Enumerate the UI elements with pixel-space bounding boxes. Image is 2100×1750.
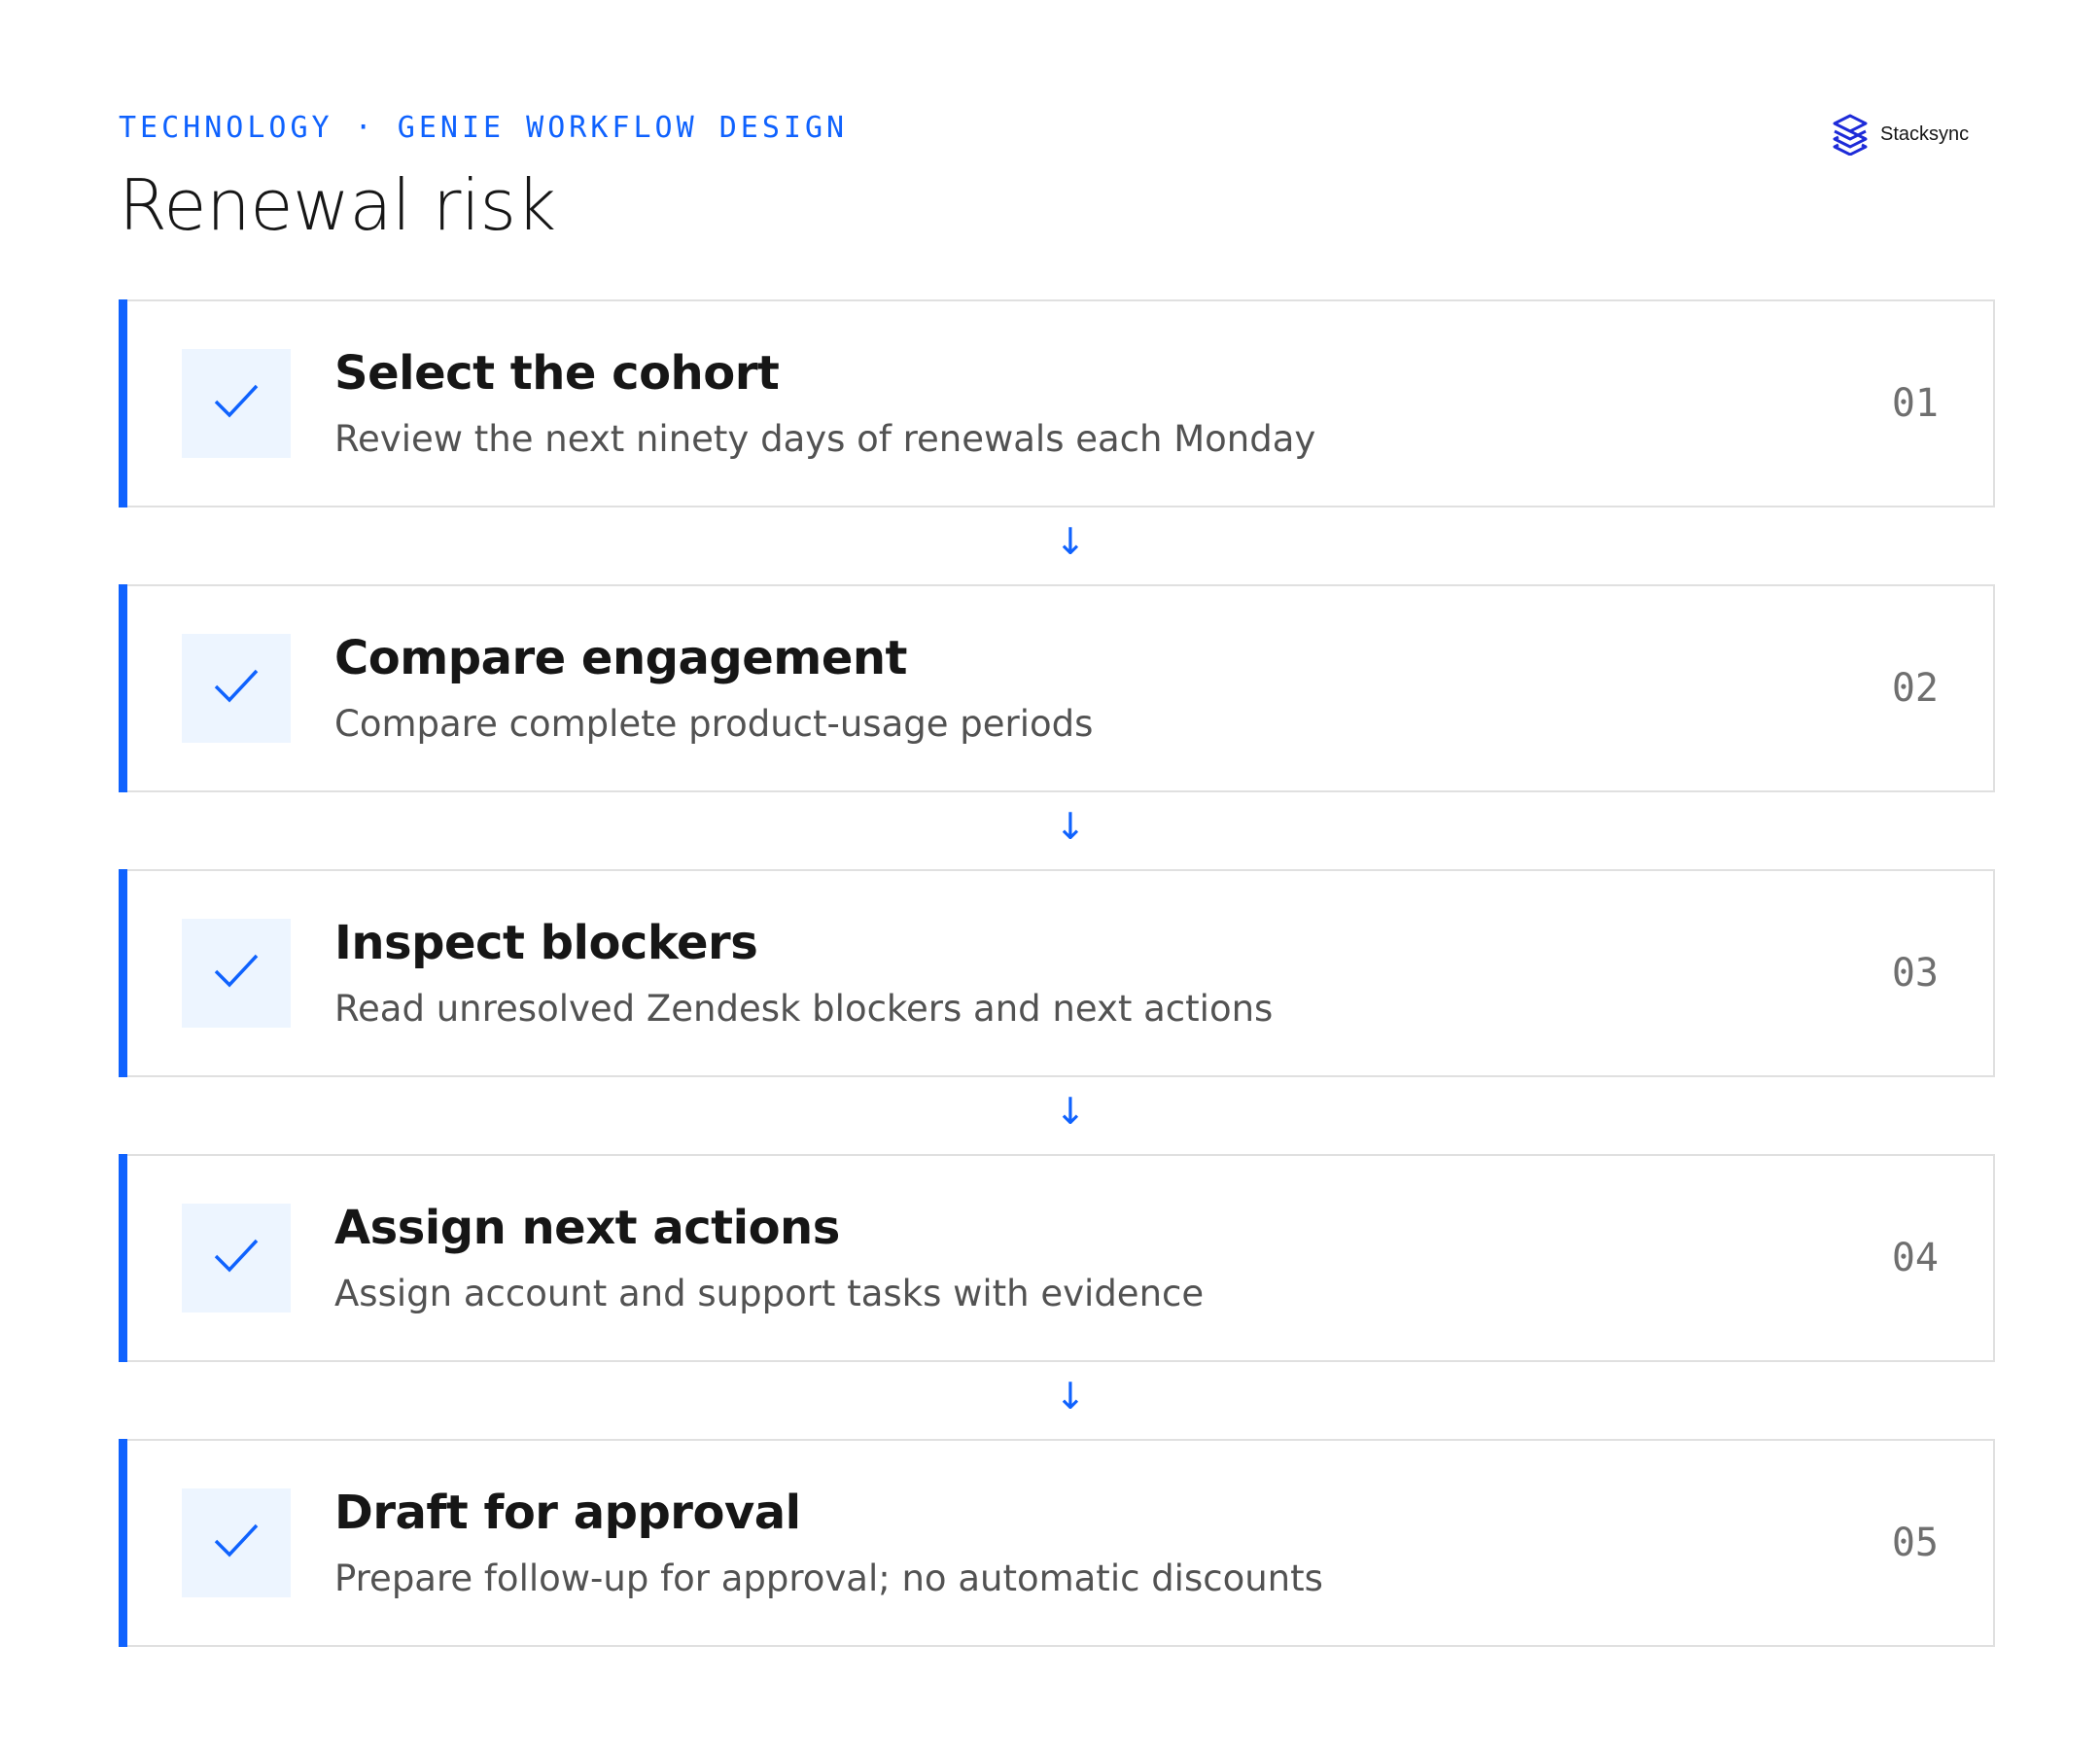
step-description: Prepare follow-up for approval; no autom… bbox=[334, 1558, 1323, 1599]
workflow-steps: Select the cohort Review the next ninety… bbox=[119, 299, 1995, 1647]
workflow-step-1[interactable]: Select the cohort Review the next ninety… bbox=[119, 299, 1995, 508]
workflow-step-3[interactable]: Inspect blockers Read unresolved Zendesk… bbox=[119, 869, 1995, 1077]
step-status bbox=[182, 1488, 291, 1597]
step-description: Compare complete product-usage periods bbox=[334, 703, 1094, 745]
step-description: Assign account and support tasks with ev… bbox=[334, 1273, 1205, 1314]
eyebrow-label: TECHNOLOGY · GENIE WORKFLOW DESIGN bbox=[119, 111, 849, 145]
logo-text: Stacksync bbox=[1880, 122, 1970, 145]
workflow-step-2[interactable]: Compare engagement Compare complete prod… bbox=[119, 584, 1995, 792]
check-icon bbox=[212, 382, 261, 426]
step-connector: ↓ bbox=[119, 1362, 1995, 1439]
step-number: 01 bbox=[1891, 381, 1939, 426]
step-title: Select the cohort bbox=[334, 346, 780, 401]
step-description: Read unresolved Zendesk blockers and nex… bbox=[334, 988, 1274, 1030]
stacksync-logo-icon bbox=[1830, 113, 1871, 156]
check-icon bbox=[212, 667, 261, 711]
step-title: Inspect blockers bbox=[334, 916, 758, 970]
step-status bbox=[182, 349, 291, 458]
step-title: Assign next actions bbox=[334, 1201, 840, 1255]
step-number: 05 bbox=[1891, 1521, 1939, 1565]
check-icon bbox=[212, 1237, 261, 1280]
check-icon bbox=[212, 1522, 261, 1565]
step-connector: ↓ bbox=[119, 792, 1995, 869]
step-title: Draft for approval bbox=[334, 1486, 801, 1540]
step-status bbox=[182, 1204, 291, 1312]
step-number: 02 bbox=[1891, 666, 1939, 711]
workflow-step-5[interactable]: Draft for approval Prepare follow-up for… bbox=[119, 1439, 1995, 1647]
step-description: Review the next ninety days of renewals … bbox=[334, 418, 1316, 460]
arrow-down-icon: ↓ bbox=[1055, 1375, 1086, 1418]
arrow-down-icon: ↓ bbox=[1055, 1090, 1086, 1133]
brand-logo: Stacksync bbox=[1830, 113, 1969, 156]
arrow-down-icon: ↓ bbox=[1055, 805, 1086, 848]
workflow-step-4[interactable]: Assign next actions Assign account and s… bbox=[119, 1154, 1995, 1362]
arrow-down-icon: ↓ bbox=[1055, 520, 1086, 563]
step-status bbox=[182, 919, 291, 1028]
step-number: 03 bbox=[1891, 951, 1939, 996]
check-icon bbox=[212, 952, 261, 996]
step-number: 04 bbox=[1891, 1236, 1939, 1280]
page-title: Renewal risk bbox=[119, 164, 556, 246]
step-status bbox=[182, 634, 291, 743]
step-connector: ↓ bbox=[119, 508, 1995, 584]
step-title: Compare engagement bbox=[334, 631, 907, 685]
step-connector: ↓ bbox=[119, 1077, 1995, 1154]
workflow-page: TECHNOLOGY · GENIE WORKFLOW DESIGN Renew… bbox=[119, 0, 1995, 1750]
